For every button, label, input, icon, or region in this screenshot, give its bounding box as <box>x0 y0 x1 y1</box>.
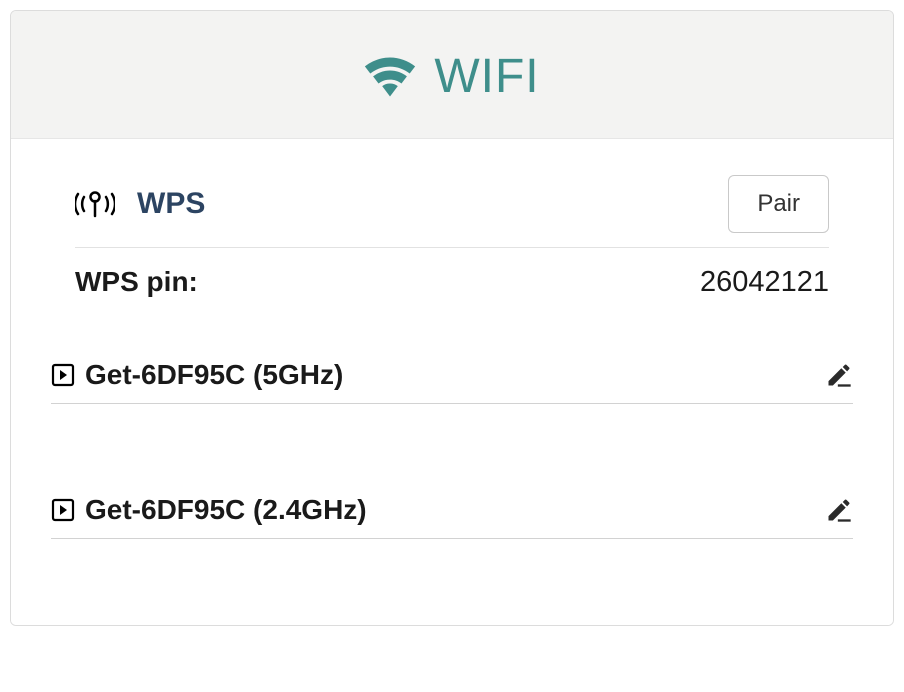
network-item: Get-6DF95C (2.4GHz) <box>51 494 853 539</box>
wps-antenna-icon <box>75 190 137 218</box>
network-name: Get-6DF95C (5GHz) <box>85 359 343 391</box>
wifi-icon <box>364 51 416 103</box>
panel-body: WPS Pair WPS pin: 26042121 Get-6DF95C (5… <box>11 139 893 625</box>
wps-pin-label: WPS pin: <box>75 266 198 298</box>
pair-button[interactable]: Pair <box>728 175 829 233</box>
network-name: Get-6DF95C (2.4GHz) <box>85 494 367 526</box>
panel-header: WIFI <box>11 11 893 139</box>
wps-row: WPS Pair <box>75 167 829 248</box>
wps-pin-row: WPS pin: 26042121 <box>75 248 829 299</box>
expand-right-icon[interactable] <box>51 498 75 522</box>
wps-label: WPS <box>137 187 728 221</box>
wifi-panel: WIFI WPS <box>10 10 894 626</box>
panel-title: WIFI <box>434 49 539 104</box>
expand-right-icon[interactable] <box>51 363 75 387</box>
wps-section: WPS Pair WPS pin: 26042121 <box>51 167 853 299</box>
edit-icon[interactable] <box>825 496 853 524</box>
network-item: Get-6DF95C (5GHz) <box>51 359 853 404</box>
edit-icon[interactable] <box>825 361 853 389</box>
wps-pin-value: 26042121 <box>700 266 829 299</box>
